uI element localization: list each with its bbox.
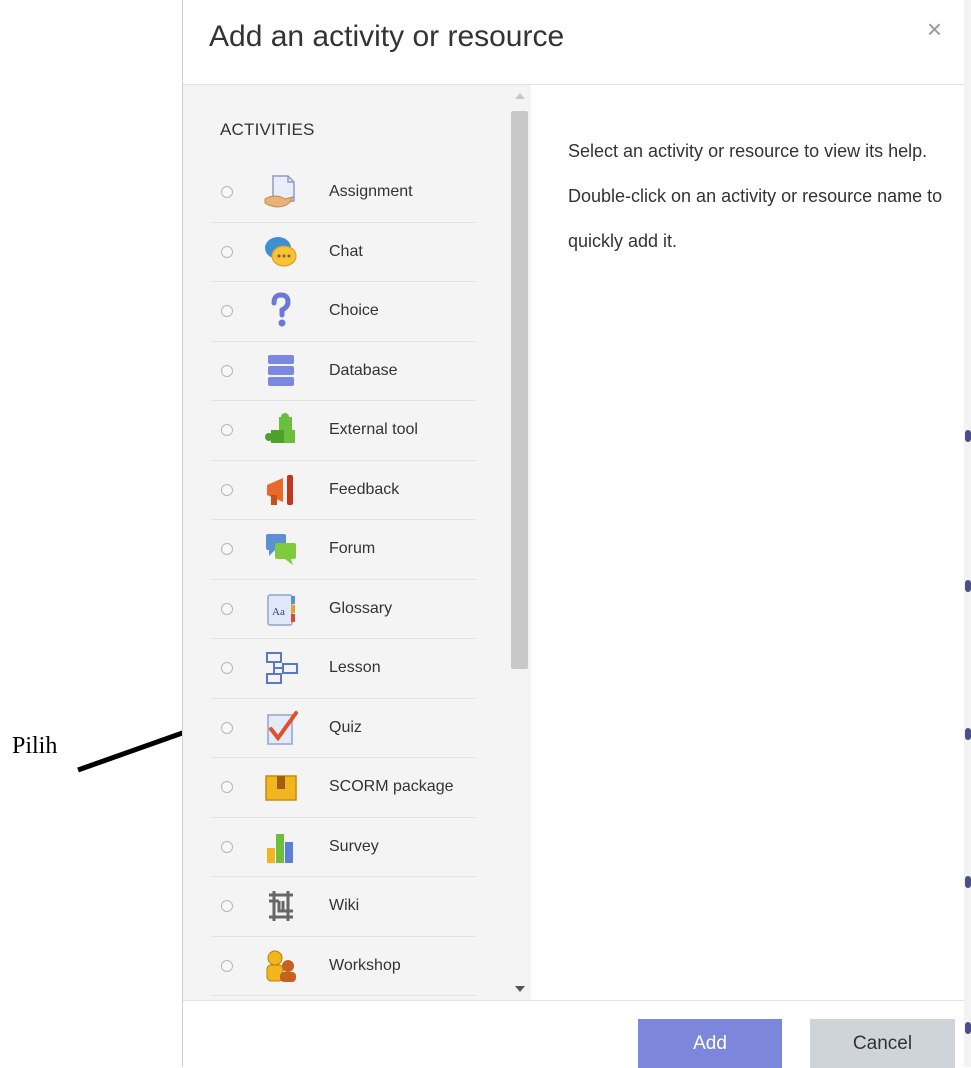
choice-icon — [263, 292, 299, 330]
lesson-icon — [263, 649, 299, 687]
scrollbar-thumb[interactable] — [511, 111, 528, 669]
background-marker — [965, 1022, 971, 1034]
svg-text:Aa: Aa — [272, 606, 285, 618]
item-label: Glossary — [329, 599, 393, 617]
radio-wiki[interactable] — [221, 900, 233, 912]
list-item-glossary[interactable]: Aa Glossary — [211, 580, 476, 639]
list-item-survey[interactable]: Survey — [211, 818, 476, 877]
radio-survey[interactable] — [221, 840, 233, 853]
background-page-edge — [963, 0, 971, 1067]
activities-pane: ACTIVITIES Assignment Chat Choice Databa… — [183, 85, 531, 1000]
cancel-button[interactable]: Cancel — [810, 1019, 955, 1068]
section-heading-activities: ACTIVITIES — [220, 120, 315, 139]
list-item-wiki[interactable]: Wiki — [211, 877, 476, 937]
glossary-icon: Aa — [263, 590, 299, 628]
item-label: Survey — [329, 837, 379, 855]
chat-icon — [263, 233, 299, 271]
radio-scorm-package[interactable] — [221, 781, 233, 793]
radio-chat[interactable] — [221, 245, 233, 258]
assignment-icon — [263, 173, 299, 211]
activity-list-scrollbar[interactable] — [510, 85, 530, 1000]
background-marker — [965, 728, 971, 740]
help-pane: Select an activity or resource to view i… — [532, 85, 964, 1000]
list-item-scorm-package[interactable]: SCORM package — [211, 758, 476, 818]
scorm-package-icon — [263, 768, 299, 806]
item-label: Lesson — [329, 659, 381, 676]
workshop-icon — [263, 947, 299, 985]
list-item-quiz[interactable]: Quiz — [211, 699, 476, 758]
item-label: Feedback — [329, 480, 400, 498]
list-item-database[interactable]: Database — [211, 342, 476, 401]
list-item-feedback[interactable]: Feedback — [211, 461, 476, 520]
item-label: SCORM package — [329, 778, 454, 795]
scroll-up-arrow-icon[interactable] — [515, 93, 525, 99]
list-item-assignment[interactable]: Assignment — [211, 163, 476, 223]
list-item-lesson[interactable]: Lesson — [211, 639, 476, 699]
list-item-forum[interactable]: Forum — [211, 520, 476, 580]
help-text: Select an activity or resource to view i… — [568, 141, 943, 251]
database-icon — [263, 352, 299, 390]
radio-choice[interactable] — [221, 305, 233, 317]
wiki-icon — [263, 887, 299, 925]
radio-feedback[interactable] — [221, 483, 233, 496]
item-label: External tool — [329, 421, 418, 438]
scroll-down-arrow-icon[interactable] — [515, 986, 525, 992]
item-label: Database — [329, 361, 398, 379]
activity-chooser-dialog: Add an activity or resource × ACTIVITIES… — [182, 0, 964, 1068]
list-item-chat[interactable]: Chat — [211, 223, 476, 282]
list-item-workshop[interactable]: Workshop — [211, 937, 476, 996]
radio-glossary[interactable] — [221, 602, 233, 615]
external-tool-icon — [263, 411, 299, 449]
forum-icon — [263, 530, 299, 568]
survey-icon — [263, 828, 299, 866]
radio-database[interactable] — [221, 364, 233, 377]
radio-forum[interactable] — [221, 543, 233, 555]
radio-quiz[interactable] — [221, 721, 233, 734]
dialog-footer: Add Cancel — [183, 1000, 964, 1068]
item-label: Forum — [329, 540, 376, 557]
item-label: Choice — [329, 302, 379, 319]
item-label: Quiz — [329, 718, 362, 736]
feedback-icon — [263, 471, 299, 509]
background-marker — [965, 580, 971, 592]
item-label: Wiki — [329, 897, 360, 914]
radio-lesson[interactable] — [221, 662, 233, 674]
item-label: Chat — [329, 242, 363, 260]
item-label: Workshop — [329, 956, 401, 974]
radio-assignment[interactable] — [221, 186, 233, 198]
close-icon[interactable]: × — [927, 14, 942, 45]
background-marker — [965, 876, 971, 888]
item-label: Assignment — [329, 183, 413, 200]
annotation-label: Pilih — [12, 733, 58, 759]
quiz-icon — [263, 709, 299, 747]
dialog-header: Add an activity or resource × — [183, 0, 964, 85]
list-item-choice[interactable]: Choice — [211, 282, 476, 342]
add-button[interactable]: Add — [638, 1019, 782, 1068]
background-marker — [965, 430, 971, 442]
activity-list: Assignment Chat Choice Database External… — [211, 163, 476, 996]
radio-workshop[interactable] — [221, 959, 233, 972]
dialog-title: Add an activity or resource — [209, 20, 565, 53]
list-item-external-tool[interactable]: External tool — [211, 401, 476, 461]
radio-external-tool[interactable] — [221, 424, 233, 436]
